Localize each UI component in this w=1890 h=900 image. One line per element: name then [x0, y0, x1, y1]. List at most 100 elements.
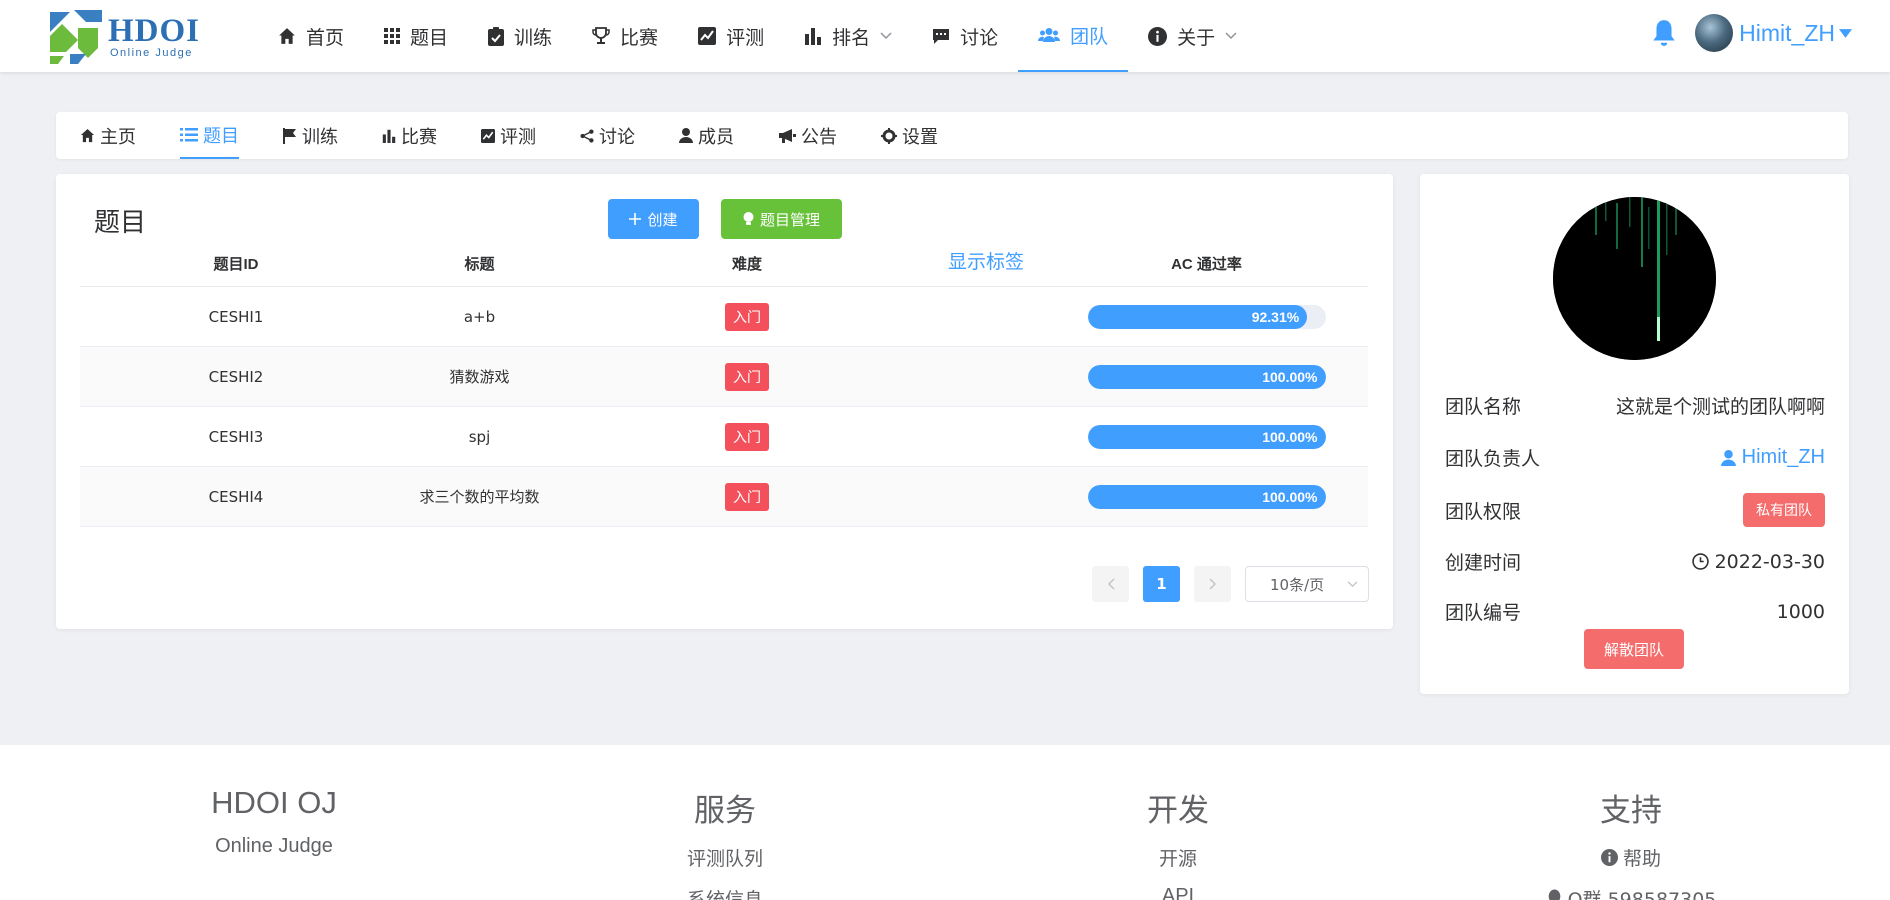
footer-link-api[interactable]: API	[1028, 885, 1328, 900]
create-button[interactable]: 创建	[608, 199, 699, 239]
pagination: 1 10条/页	[1092, 566, 1369, 602]
ac-progress-fill: 92.31%	[1087, 304, 1308, 329]
nav-item-problems[interactable]: 题目	[364, 0, 468, 72]
team-auth-label: 团队权限	[1445, 500, 1522, 523]
footer-link-qq-group[interactable]: Q群 598587305	[1481, 885, 1781, 900]
table-row[interactable]: CESHI3 spj 入门 100.00%	[80, 407, 1368, 467]
team-avatar	[1553, 197, 1716, 360]
footer-heading: HDOI OJ	[211, 785, 337, 820]
logo-mark-icon	[48, 10, 102, 64]
next-page-button[interactable]	[1194, 566, 1231, 602]
footer-link-open-source[interactable]: 开源	[1028, 844, 1328, 871]
table-row[interactable]: CESHI2 猜数游戏 入门 100.00%	[80, 347, 1368, 407]
footer-text: Online Judge	[215, 835, 333, 857]
ac-progress-bar: 100.00%	[1087, 484, 1326, 509]
tab-status[interactable]: 评测	[481, 112, 536, 159]
col-header-id[interactable]: 题目ID	[80, 253, 392, 274]
nav-item-about[interactable]: 关于	[1128, 0, 1257, 72]
tab-contest[interactable]: 比赛	[382, 112, 437, 159]
nav-item-discussion[interactable]: 讨论	[912, 0, 1018, 72]
tab-label: 题目	[203, 125, 239, 147]
nav-item-rank[interactable]: 排名	[784, 0, 912, 72]
problem-id[interactable]: CESHI3	[80, 428, 392, 446]
nav-item-label: 比赛	[620, 26, 659, 49]
nav-item-label: 题目	[410, 26, 449, 49]
nav-item-label: 排名	[832, 26, 871, 49]
footer: HDOI OJ Online Judge 服务 评测队列 系统信息 开发 开源 …	[0, 745, 1890, 900]
footer-link-system-info[interactable]: 系统信息	[575, 885, 875, 900]
problem-manage-button[interactable]: 题目管理	[721, 199, 842, 239]
table-header: 题目ID 标题 难度 显示标签 AC 通过率	[80, 234, 1368, 287]
tab-label: 成员	[698, 126, 734, 148]
table-row[interactable]: CESHI1 a+b 入门 92.31%	[80, 287, 1368, 347]
logo[interactable]: HDOI Online Judge	[48, 10, 200, 64]
tab-announcement[interactable]: 公告	[778, 112, 837, 159]
tab-discussion[interactable]: 讨论	[580, 112, 635, 159]
chart-line-icon	[481, 128, 495, 143]
team-created-date: 2022-03-30	[1714, 550, 1825, 573]
ac-progress-bar: 100.00%	[1087, 424, 1326, 449]
page-number-current[interactable]: 1	[1143, 566, 1180, 602]
ac-progress-fill: 100.00%	[1087, 424, 1326, 449]
caret-down-icon[interactable]	[1839, 28, 1852, 38]
prev-page-button[interactable]	[1092, 566, 1129, 602]
clipboard-check-icon	[488, 26, 505, 46]
team-owner-name: Himit_ZH	[1741, 446, 1825, 468]
tab-label: 比赛	[401, 126, 437, 148]
bar-chart-icon	[382, 129, 396, 143]
users-icon	[1038, 28, 1061, 42]
problem-id[interactable]: CESHI4	[80, 488, 392, 506]
nav-item-contest[interactable]: 比赛	[572, 0, 678, 72]
tab-settings[interactable]: 设置	[881, 112, 938, 159]
problem-title[interactable]: 求三个数的平均数	[392, 486, 567, 507]
private-team-tag: 私有团队	[1743, 493, 1825, 527]
ac-progress-fill: 100.00%	[1087, 484, 1326, 509]
tab-home[interactable]: 主页	[80, 112, 136, 159]
tab-training[interactable]: 训练	[283, 112, 338, 159]
problem-title[interactable]: spj	[392, 428, 567, 446]
tab-problems[interactable]: 题目	[180, 112, 239, 159]
logo-subtitle: Online Judge	[110, 47, 193, 59]
home-icon	[279, 28, 295, 44]
chevron-right-icon	[1208, 578, 1216, 590]
page-size-value: 10条/页	[1270, 575, 1325, 594]
bell-icon[interactable]	[1651, 19, 1677, 47]
bar-chart-icon	[805, 28, 822, 45]
tab-members[interactable]: 成员	[679, 112, 734, 159]
difficulty-badge: 入门	[725, 422, 769, 451]
table-row[interactable]: CESHI4 求三个数的平均数 入门 100.00%	[80, 467, 1368, 527]
show-tags-link[interactable]: 显示标签	[927, 247, 1045, 274]
problem-id[interactable]: CESHI1	[80, 308, 392, 326]
share-icon	[580, 128, 594, 143]
team-owner-link[interactable]: Himit_ZH	[1720, 446, 1825, 469]
team-auth-row: 团队权限 私有团队	[1445, 493, 1825, 527]
tab-label: 评测	[500, 126, 536, 148]
col-header-ac-rate[interactable]: AC 通过率	[1045, 253, 1368, 274]
user-icon	[1720, 449, 1736, 466]
nav-item-training[interactable]: 训练	[468, 0, 572, 72]
col-header-title[interactable]: 标题	[392, 253, 567, 274]
manage-label: 题目管理	[759, 210, 820, 229]
logo-title: HDOI	[108, 13, 201, 49]
chart-line-icon	[698, 27, 717, 45]
qq-icon	[1548, 889, 1560, 900]
nav-item-home[interactable]: 首页	[258, 0, 364, 72]
user-avatar[interactable]	[1695, 14, 1734, 52]
footer-link-judge-queue[interactable]: 评测队列	[575, 844, 875, 871]
team-name-value: 这就是个测试的团队啊啊	[1615, 396, 1825, 418]
nav-item-team[interactable]: 团队	[1018, 0, 1129, 72]
page-size-select[interactable]: 10条/页	[1245, 566, 1369, 602]
problem-id[interactable]: CESHI2	[80, 368, 392, 386]
footer-heading: 开发	[1147, 793, 1209, 829]
chevron-down-icon	[1347, 580, 1358, 587]
problem-title[interactable]: a+b	[392, 308, 567, 326]
user-name[interactable]: Himit_ZH	[1739, 20, 1835, 47]
col-header-difficulty[interactable]: 难度	[567, 253, 927, 274]
dissolve-team-button[interactable]: 解散团队	[1584, 629, 1684, 669]
create-label: 创建	[647, 210, 678, 229]
difficulty-badge: 入门	[725, 482, 769, 511]
nav-item-status[interactable]: 评测	[678, 0, 784, 72]
problem-title[interactable]: 猜数游戏	[392, 366, 567, 387]
footer-link-help[interactable]: 帮助	[1481, 844, 1781, 871]
footer-qq-label: Q群 598587305	[1567, 889, 1717, 900]
